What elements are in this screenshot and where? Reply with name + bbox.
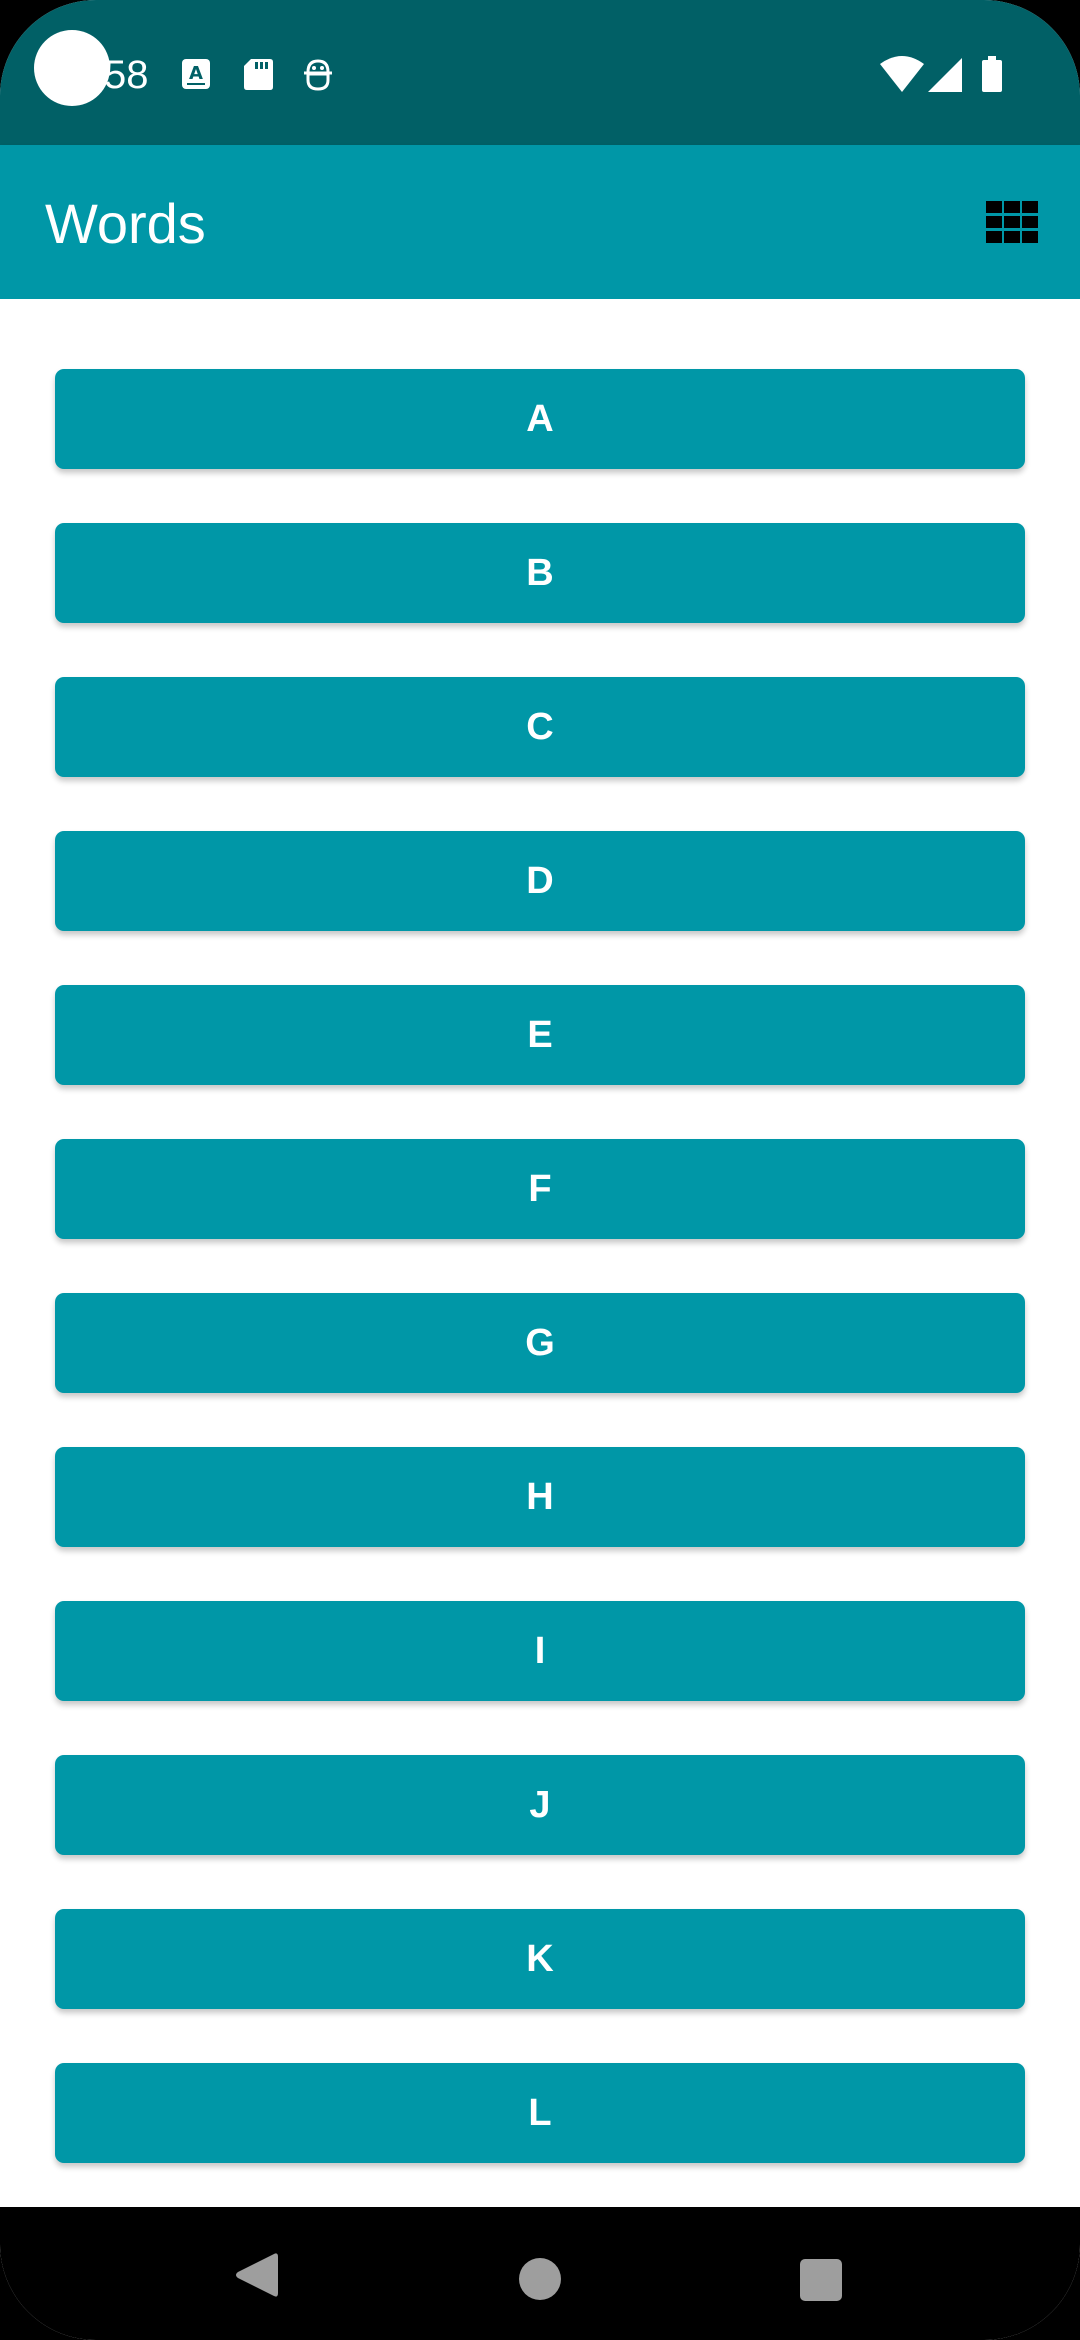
- letter-button-b[interactable]: B: [55, 523, 1025, 623]
- sd-card-icon: [244, 59, 273, 90]
- phone-screen: 58 A Words A B C D E F G H I J K L: [0, 0, 1080, 2340]
- letter-button-e[interactable]: E: [55, 985, 1025, 1085]
- camera-cutout: [34, 30, 110, 106]
- letter-button-c[interactable]: C: [55, 677, 1025, 777]
- letter-button-f[interactable]: F: [55, 1139, 1025, 1239]
- recents-icon[interactable]: [800, 2259, 842, 2301]
- letter-button-a[interactable]: A: [55, 369, 1025, 469]
- letter-button-l[interactable]: L: [55, 2063, 1025, 2163]
- letter-button-h[interactable]: H: [55, 1447, 1025, 1547]
- home-icon[interactable]: [519, 2258, 561, 2300]
- battery-icon: [982, 56, 1002, 92]
- text-a-icon: A: [182, 59, 210, 89]
- navigation-bar: [0, 2207, 1080, 2340]
- signal-icon: [928, 58, 962, 92]
- grid-layout-icon[interactable]: [986, 201, 1038, 243]
- status-bar: 58 A: [0, 0, 1080, 145]
- letter-button-d[interactable]: D: [55, 831, 1025, 931]
- app-bar: Words: [0, 145, 1080, 299]
- wifi-icon: [880, 56, 924, 92]
- page-title: Words: [45, 192, 206, 255]
- letter-list[interactable]: A B C D E F G H I J K L: [0, 299, 1080, 2207]
- letter-button-j[interactable]: J: [55, 1755, 1025, 1855]
- letter-button-g[interactable]: G: [55, 1293, 1025, 1393]
- status-time: 58: [104, 53, 149, 97]
- back-icon[interactable]: [234, 2250, 278, 2300]
- letter-button-i[interactable]: I: [55, 1601, 1025, 1701]
- letter-button-k[interactable]: K: [55, 1909, 1025, 2009]
- android-debug-icon: [304, 59, 332, 91]
- svg-text:A: A: [189, 63, 203, 84]
